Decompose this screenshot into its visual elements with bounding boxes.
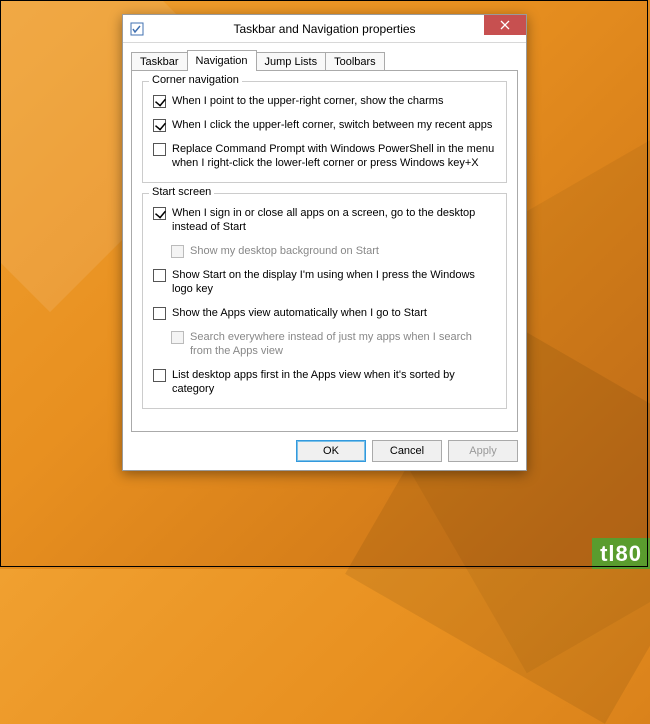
checkbox-row-apps-view[interactable]: Show the Apps view automatically when I … bbox=[153, 306, 496, 320]
checkbox-desktop-background bbox=[171, 245, 184, 258]
checkbox-start-display[interactable] bbox=[153, 269, 166, 282]
tab-panel-navigation: Corner navigation When I point to the up… bbox=[131, 70, 518, 432]
checkbox-search-everywhere bbox=[171, 331, 184, 344]
checkbox-label: Show Start on the display I'm using when… bbox=[172, 268, 496, 296]
window-title: Taskbar and Navigation properties bbox=[123, 22, 526, 36]
tab-navigation[interactable]: Navigation bbox=[187, 50, 257, 71]
checkbox-label: Show my desktop background on Start bbox=[190, 244, 379, 258]
checkbox-powershell[interactable] bbox=[153, 143, 166, 156]
checkbox-row-powershell[interactable]: Replace Command Prompt with Windows Powe… bbox=[153, 142, 496, 170]
checkbox-row-list-desktop-apps[interactable]: List desktop apps first in the Apps view… bbox=[153, 368, 496, 396]
group-start-screen: Start screen When I sign in or close all… bbox=[142, 193, 507, 409]
checkbox-list-desktop-apps[interactable] bbox=[153, 369, 166, 382]
tab-jump-lists[interactable]: Jump Lists bbox=[256, 52, 327, 71]
watermark: tl80 bbox=[592, 538, 650, 569]
cancel-button[interactable]: Cancel bbox=[372, 440, 442, 462]
apply-button: Apply bbox=[448, 440, 518, 462]
checkbox-label: Search everywhere instead of just my app… bbox=[190, 330, 496, 358]
ok-button[interactable]: OK bbox=[296, 440, 366, 462]
checkbox-label: When I sign in or close all apps on a sc… bbox=[172, 206, 496, 234]
checkbox-row-start-display[interactable]: Show Start on the display I'm using when… bbox=[153, 268, 496, 296]
properties-dialog: Taskbar and Navigation properties Taskba… bbox=[122, 14, 527, 471]
close-button[interactable] bbox=[484, 15, 526, 35]
checkbox-row-charms[interactable]: When I point to the upper-right corner, … bbox=[153, 94, 496, 108]
checkbox-label: Replace Command Prompt with Windows Powe… bbox=[172, 142, 496, 170]
checkbox-label: List desktop apps first in the Apps view… bbox=[172, 368, 496, 396]
group-corner-legend: Corner navigation bbox=[149, 74, 242, 86]
checkbox-recent-apps[interactable] bbox=[153, 119, 166, 132]
group-corner-navigation: Corner navigation When I point to the up… bbox=[142, 81, 507, 183]
checkbox-go-to-desktop[interactable] bbox=[153, 207, 166, 220]
dialog-buttons: OK Cancel Apply bbox=[131, 440, 518, 462]
checkbox-row-recent-apps[interactable]: When I click the upper-left corner, swit… bbox=[153, 118, 496, 132]
tab-taskbar[interactable]: Taskbar bbox=[131, 52, 188, 71]
tabstrip: Taskbar Navigation Jump Lists Toolbars bbox=[131, 49, 518, 71]
checkbox-charms[interactable] bbox=[153, 95, 166, 108]
checkbox-apps-view[interactable] bbox=[153, 307, 166, 320]
tab-toolbars[interactable]: Toolbars bbox=[325, 52, 385, 71]
group-start-legend: Start screen bbox=[149, 186, 214, 198]
checkbox-label: When I point to the upper-right corner, … bbox=[172, 94, 443, 108]
dialog-body: Taskbar Navigation Jump Lists Toolbars C… bbox=[123, 43, 526, 470]
checkbox-row-search-everywhere: Search everywhere instead of just my app… bbox=[171, 330, 496, 358]
checkbox-label: Show the Apps view automatically when I … bbox=[172, 306, 427, 320]
checkbox-label: When I click the upper-left corner, swit… bbox=[172, 118, 492, 132]
checkbox-row-desktop-background: Show my desktop background on Start bbox=[171, 244, 496, 258]
titlebar[interactable]: Taskbar and Navigation properties bbox=[123, 15, 526, 43]
checkbox-row-go-to-desktop[interactable]: When I sign in or close all apps on a sc… bbox=[153, 206, 496, 234]
